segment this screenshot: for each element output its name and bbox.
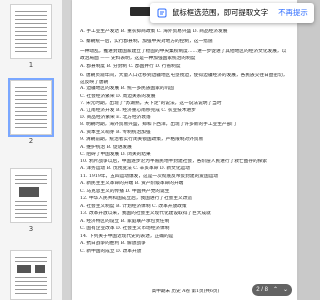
document-line: 政治局面 —— 史料表明，这是一种加强国家统治的制度 xyxy=(80,56,196,61)
chevron-up-icon[interactable]: ⌃ xyxy=(273,284,278,296)
thumbnail-label-1: 1 xyxy=(28,61,34,69)
select-text-icon xyxy=(157,8,167,18)
document-line: A. 社会主义制度 B. 计划经济体制 C. 改革开放政策 xyxy=(80,204,187,209)
document-line: C. 马克思主义的传播 D. 中国共产党的诞生 xyxy=(80,189,170,194)
document-line: A. 经济特区的设立 B. 家庭联产承包责任制 xyxy=(80,219,170,224)
document-viewer[interactable]: A. 手工业生产发达 B. 重农抑商政策 C. 海外贸易兴盛 D. 商品经济发展… xyxy=(62,0,314,300)
document-line: 13. 改革开放以来，我国的社会主义现代化建设取得了巨大成就 xyxy=(80,211,211,216)
document-line: A. 资本主义萌芽 B. 专制统治加强 xyxy=(80,130,151,135)
document-line: 8. 明朝时期，海外贸易兴盛，郑和下西洋，出现了许多新的手工业生产部门 xyxy=(80,122,236,127)
document-line: C. 国有企业改革 D. 社会主义市场经济体制 xyxy=(80,226,170,231)
chevron-down-icon[interactable]: ⌄ xyxy=(283,284,288,296)
document-line: 10. 鸦片战争以后，中国逐步沦为半殖民地半封建社会，各阶层人民进行了救亡图存的… xyxy=(80,159,268,164)
document-line: A. 江南经济开发 B. 经济重心南移完成 C. 农业技术进步 xyxy=(80,108,196,113)
document-line: 12. 中华人民共和国成立后，我国进行了社会主义改造 xyxy=(80,196,193,201)
document-page[interactable]: A. 手工业生产发达 B. 重农抑商政策 C. 海外贸易兴盛 D. 商品经济发展… xyxy=(72,0,297,300)
page-thumbnail-1[interactable] xyxy=(10,4,52,59)
document-line: A. 手工业生产发达 B. 重农抑商政策 C. 海外贸易兴盛 D. 商品经济发展 xyxy=(80,29,228,34)
document-line: A. 维护统治 B. 促进发展 xyxy=(80,145,132,150)
document-line: A. 郡县制度 B. 分封制 C. 郡国并行 D. 行省制度 xyxy=(80,64,181,69)
document-line: C. 阻碍了中国发展 D. 闭关的结果 xyxy=(80,152,151,157)
ocr-hint-tooltip: 鼠标框选范围，即可提取文字 不再提示 xyxy=(150,3,314,23)
document-line: A. 新民主主义革命的开端 B. 资产阶级革命的开端 xyxy=(80,181,184,186)
document-line: 14. 下列关于中国近现代史的表述，正确的是 xyxy=(80,234,174,239)
thumbnail-sidebar: 1 2 3 xyxy=(0,0,63,300)
page-navigator: 2 / 8 ⌃ ⌄ xyxy=(252,284,292,296)
document-line: 一种动乱，推进封建国家建立了稳固的中央集权制度……进一步促进了其他地区的经济文化… xyxy=(80,49,287,54)
document-line: 6. 唐朝贞观年间，大量人口迁移到边疆地区屯垦戍边，使得边疆经济的发展，各民族交… xyxy=(80,73,288,78)
document-line: C. 社会经济繁荣 D. 周边关系的发展 xyxy=(80,94,156,99)
thumbnail-label-2: 2 xyxy=(28,137,34,145)
page-thumbnail-4[interactable] xyxy=(10,250,52,300)
document-line: A. 边疆地区的发展 B. 统一多民族国家的巩固 xyxy=(80,86,174,91)
document-line: A. 洋务运动 B. 戊戌变法 C. 辛亥革命 D. 新文化运动 xyxy=(80,166,190,171)
document-line: 5. 秦朝统一后，实行郡县制，加强中央对地方的控制，这一措施 xyxy=(80,39,213,44)
ocr-hint-text: 鼠标框选范围，即可提取文字 xyxy=(172,8,269,17)
document-line: 这反映了唐朝 xyxy=(80,80,109,85)
page-thumbnail-2[interactable] xyxy=(8,78,54,137)
document-line: 9. 清朝前期，统治者实行闭关锁国政策，严格限制对外贸易 xyxy=(80,137,204,142)
thumbnail-label-3: 3 xyxy=(28,225,34,233)
document-line: C. 新中国的成立 D. 改革开放 xyxy=(80,249,142,254)
page-thumbnail-3[interactable] xyxy=(10,168,52,223)
page-indicator: 2 / 8 xyxy=(256,287,268,293)
document-line: D. 商品经济繁荣 E. 北方经济衰落 xyxy=(80,115,151,120)
document-line: 11. 1919年，五四运动爆发，这是一次彻底反帝反封建的爱国运动 xyxy=(80,174,219,179)
document-line: 7. 宋元时期，出现了"苏湖熟，天下足"的说法，这一说法说明了当时 xyxy=(80,101,222,106)
document-line: A. 抗日战争的胜利 B. 解放战争 xyxy=(80,241,146,246)
dont-show-again-link[interactable]: 不再提示 xyxy=(278,8,308,17)
